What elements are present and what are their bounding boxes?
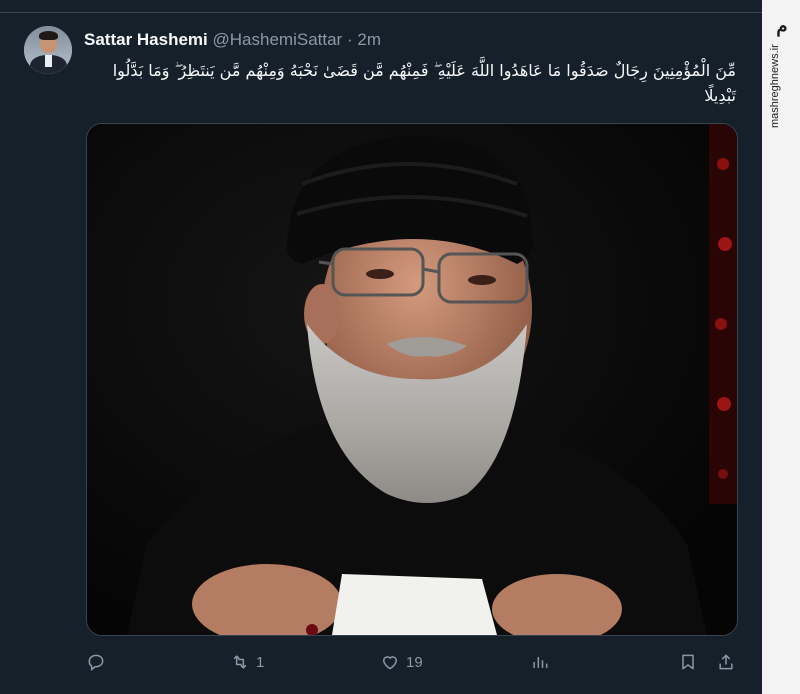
tweet-text: مِّنَ الْمُؤْمِنِينَ رِجَالٌ صَدَقُوا مَ… [112, 61, 736, 105]
share-icon [719, 654, 733, 670]
heart-icon [382, 656, 398, 670]
like-count: 19 [406, 653, 423, 671]
timestamp[interactable]: 2m [357, 30, 381, 49]
retweet-count: 1 [256, 653, 265, 671]
views-icon [533, 657, 548, 668]
action-bar: 1 19 [84, 650, 744, 674]
media-photo [87, 124, 737, 635]
retweet-button[interactable]: 1 [230, 650, 264, 674]
like-button[interactable]: 19 [380, 650, 423, 674]
views-button[interactable] [530, 650, 556, 674]
bookmark-button[interactable] [678, 650, 698, 674]
reply-icon [88, 654, 104, 672]
separator-dot: · [346, 30, 353, 49]
author-name[interactable]: Sattar Hashemi [84, 30, 208, 49]
watermark-site: mashreghnews.ir [769, 44, 781, 128]
mashregh-logo: م [776, 16, 788, 37]
tweet-header: Sattar Hashemi @HashemiSattar · 2m [84, 30, 381, 52]
reply-button[interactable] [86, 650, 112, 674]
avatar[interactable] [24, 26, 72, 74]
retweet-icon [233, 655, 247, 669]
tweet-media[interactable] [86, 123, 738, 636]
share-button[interactable] [716, 650, 736, 674]
top-divider [0, 0, 762, 13]
bookmark-icon [682, 654, 694, 670]
author-handle[interactable]: @HashemiSattar [213, 30, 343, 49]
